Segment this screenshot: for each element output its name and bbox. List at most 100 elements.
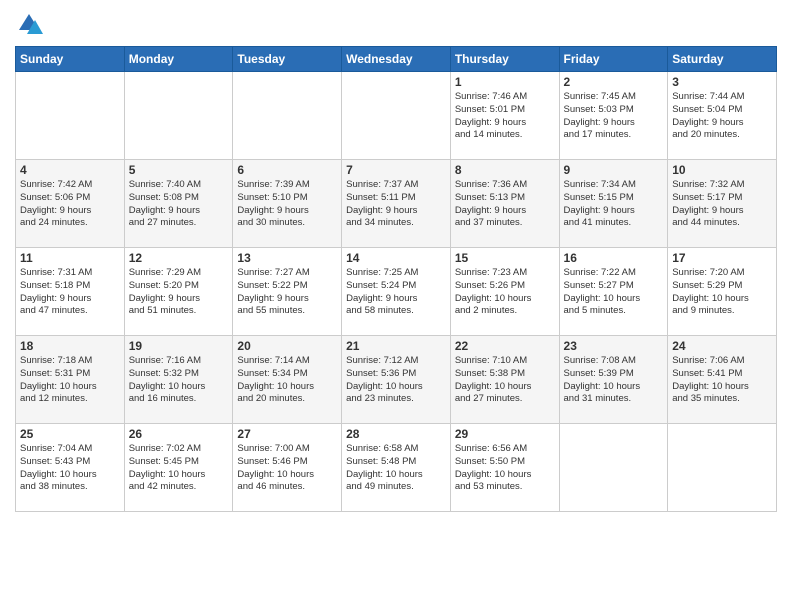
day-info: Sunrise: 7:40 AMSunset: 5:08 PMDaylight:…	[129, 179, 229, 230]
weekday-header-friday: Friday	[559, 47, 668, 72]
calendar-cell: 17Sunrise: 7:20 AMSunset: 5:29 PMDayligh…	[668, 248, 777, 336]
calendar-cell: 22Sunrise: 7:10 AMSunset: 5:38 PMDayligh…	[450, 336, 559, 424]
day-info: Sunrise: 7:02 AMSunset: 5:45 PMDaylight:…	[129, 443, 229, 494]
calendar-cell: 11 Sunrise: 7:31 AMSunset: 5:18 PMDayligh…	[16, 248, 125, 336]
day-info: Sunrise: 7:42 AMSunset: 5:06 PMDaylight:…	[20, 179, 120, 230]
day-number: 23	[564, 339, 664, 353]
day-number: 21	[346, 339, 446, 353]
calendar-cell: 28 Sunrise: 6:58 AMSunset: 5:48 PMDayligh…	[342, 424, 451, 512]
day-info: Sunrise: 7:06 AMSunset: 5:41 PMDaylight:…	[672, 355, 772, 406]
calendar-cell: 16 Sunrise: 7:22 AMSunset: 5:27 PMDayligh…	[559, 248, 668, 336]
day-number: 17	[672, 251, 772, 265]
day-number: 16	[564, 251, 664, 265]
day-info: Sunrise: 7:37 AMSunset: 5:11 PMDaylight:…	[346, 179, 446, 230]
day-info: Sunrise: 7:08 AMSunset: 5:39 PMDaylight:…	[564, 355, 664, 406]
day-number: 24	[672, 339, 772, 353]
day-info: Sunrise: 7:16 AMSunset: 5:32 PMDaylight:…	[129, 355, 229, 406]
day-info: Sunrise: 7:23 AMSunset: 5:26 PMDaylight:…	[455, 267, 555, 318]
day-number: 25	[20, 427, 120, 441]
logo-icon	[15, 10, 43, 38]
day-number: 6	[237, 163, 337, 177]
day-info: Sunrise: 7:12 AMSunset: 5:36 PMDaylight:…	[346, 355, 446, 406]
week-row-1: 1 Sunrise: 7:46 AMSunset: 5:01 PMDaylight…	[16, 72, 777, 160]
day-number: 12	[129, 251, 229, 265]
day-number: 10	[672, 163, 772, 177]
calendar-cell	[342, 72, 451, 160]
calendar-cell: 8 Sunrise: 7:36 AMSunset: 5:13 PMDaylight…	[450, 160, 559, 248]
day-info: Sunrise: 7:46 AMSunset: 5:01 PMDaylight:…	[455, 91, 555, 142]
calendar-cell: 9 Sunrise: 7:34 AMSunset: 5:15 PMDaylight…	[559, 160, 668, 248]
calendar-cell	[559, 424, 668, 512]
weekday-header-thursday: Thursday	[450, 47, 559, 72]
calendar-cell	[124, 72, 233, 160]
day-info: Sunrise: 7:18 AMSunset: 5:31 PMDaylight:…	[20, 355, 120, 406]
calendar-cell: 18Sunrise: 7:18 AMSunset: 5:31 PMDayligh…	[16, 336, 125, 424]
calendar-cell: 19 Sunrise: 7:16 AMSunset: 5:32 PMDayligh…	[124, 336, 233, 424]
calendar-cell: 20 Sunrise: 7:14 AMSunset: 5:34 PMDayligh…	[233, 336, 342, 424]
day-info: Sunrise: 7:22 AMSunset: 5:27 PMDaylight:…	[564, 267, 664, 318]
calendar-cell	[668, 424, 777, 512]
day-number: 26	[129, 427, 229, 441]
calendar-cell: 12 Sunrise: 7:29 AMSunset: 5:20 PMDayligh…	[124, 248, 233, 336]
day-info: Sunrise: 7:44 AMSunset: 5:04 PMDaylight:…	[672, 91, 772, 142]
day-info: Sunrise: 7:25 AMSunset: 5:24 PMDaylight:…	[346, 267, 446, 318]
calendar-cell: 1 Sunrise: 7:46 AMSunset: 5:01 PMDaylight…	[450, 72, 559, 160]
day-info: Sunrise: 7:29 AMSunset: 5:20 PMDaylight:…	[129, 267, 229, 318]
calendar-cell: 4 Sunrise: 7:42 AMSunset: 5:06 PMDaylight…	[16, 160, 125, 248]
day-number: 11	[20, 251, 120, 265]
day-info: Sunrise: 7:27 AMSunset: 5:22 PMDaylight:…	[237, 267, 337, 318]
weekday-header-tuesday: Tuesday	[233, 47, 342, 72]
weekday-header-saturday: Saturday	[668, 47, 777, 72]
day-number: 2	[564, 75, 664, 89]
day-info: Sunrise: 7:31 AMSunset: 5:18 PMDaylight:…	[20, 267, 120, 318]
week-row-2: 4 Sunrise: 7:42 AMSunset: 5:06 PMDaylight…	[16, 160, 777, 248]
calendar-cell: 29Sunrise: 6:56 AMSunset: 5:50 PMDayligh…	[450, 424, 559, 512]
day-number: 14	[346, 251, 446, 265]
day-info: Sunrise: 7:32 AMSunset: 5:17 PMDaylight:…	[672, 179, 772, 230]
calendar-cell: 21 Sunrise: 7:12 AMSunset: 5:36 PMDayligh…	[342, 336, 451, 424]
calendar-cell: 3 Sunrise: 7:44 AMSunset: 5:04 PMDaylight…	[668, 72, 777, 160]
header	[15, 10, 777, 38]
calendar-cell: 23 Sunrise: 7:08 AMSunset: 5:39 PMDayligh…	[559, 336, 668, 424]
logo	[15, 10, 47, 38]
day-info: Sunrise: 7:45 AMSunset: 5:03 PMDaylight:…	[564, 91, 664, 142]
day-number: 29	[455, 427, 555, 441]
calendar-cell: 6 Sunrise: 7:39 AMSunset: 5:10 PMDaylight…	[233, 160, 342, 248]
calendar-table: SundayMondayTuesdayWednesdayThursdayFrid…	[15, 46, 777, 512]
day-info: Sunrise: 7:00 AMSunset: 5:46 PMDaylight:…	[237, 443, 337, 494]
day-info: Sunrise: 7:04 AMSunset: 5:43 PMDaylight:…	[20, 443, 120, 494]
day-info: Sunrise: 6:58 AMSunset: 5:48 PMDaylight:…	[346, 443, 446, 494]
day-number: 5	[129, 163, 229, 177]
calendar-cell: 14 Sunrise: 7:25 AMSunset: 5:24 PMDayligh…	[342, 248, 451, 336]
calendar-cell	[16, 72, 125, 160]
day-number: 13	[237, 251, 337, 265]
day-number: 19	[129, 339, 229, 353]
day-number: 1	[455, 75, 555, 89]
week-row-3: 11 Sunrise: 7:31 AMSunset: 5:18 PMDayligh…	[16, 248, 777, 336]
day-number: 9	[564, 163, 664, 177]
day-number: 27	[237, 427, 337, 441]
calendar-cell: 7Sunrise: 7:37 AMSunset: 5:11 PMDaylight…	[342, 160, 451, 248]
calendar-cell: 24 Sunrise: 7:06 AMSunset: 5:41 PMDayligh…	[668, 336, 777, 424]
weekday-header-sunday: Sunday	[16, 47, 125, 72]
day-info: Sunrise: 7:36 AMSunset: 5:13 PMDaylight:…	[455, 179, 555, 230]
day-number: 3	[672, 75, 772, 89]
calendar-cell: 15 Sunrise: 7:23 AMSunset: 5:26 PMDayligh…	[450, 248, 559, 336]
day-info: Sunrise: 7:34 AMSunset: 5:15 PMDaylight:…	[564, 179, 664, 230]
weekday-header-monday: Monday	[124, 47, 233, 72]
week-row-5: 25 Sunrise: 7:04 AMSunset: 5:43 PMDayligh…	[16, 424, 777, 512]
day-number: 28	[346, 427, 446, 441]
calendar-cell: 5 Sunrise: 7:40 AMSunset: 5:08 PMDaylight…	[124, 160, 233, 248]
day-number: 4	[20, 163, 120, 177]
day-info: Sunrise: 7:14 AMSunset: 5:34 PMDaylight:…	[237, 355, 337, 406]
day-number: 22	[455, 339, 555, 353]
calendar-cell: 26 Sunrise: 7:02 AMSunset: 5:45 PMDayligh…	[124, 424, 233, 512]
day-number: 20	[237, 339, 337, 353]
day-number: 8	[455, 163, 555, 177]
calendar-cell: 13 Sunrise: 7:27 AMSunset: 5:22 PMDayligh…	[233, 248, 342, 336]
weekday-header-row: SundayMondayTuesdayWednesdayThursdayFrid…	[16, 47, 777, 72]
page: SundayMondayTuesdayWednesdayThursdayFrid…	[0, 0, 792, 612]
calendar-cell: 10 Sunrise: 7:32 AMSunset: 5:17 PMDayligh…	[668, 160, 777, 248]
day-info: Sunrise: 7:39 AMSunset: 5:10 PMDaylight:…	[237, 179, 337, 230]
day-number: 15	[455, 251, 555, 265]
